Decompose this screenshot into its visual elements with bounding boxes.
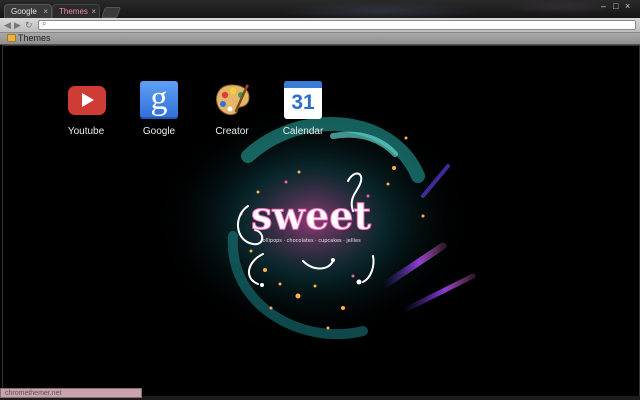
- tab-close-icon[interactable]: ×: [43, 5, 48, 18]
- app-label: Google: [142, 126, 176, 137]
- app-label: Youtube: [67, 126, 105, 137]
- forward-icon[interactable]: ▶: [14, 20, 21, 30]
- wallpaper-subtitle: lollipops · chocolates · cupcakes · jell…: [261, 238, 361, 244]
- wallpaper-title: sweet: [251, 193, 371, 238]
- status-text: chromethemer.net: [5, 390, 62, 397]
- app-creator[interactable]: Creator: [197, 80, 267, 137]
- tab-close-icon[interactable]: ×: [91, 5, 96, 18]
- tab-google[interactable]: Google ×: [4, 4, 52, 18]
- app-calendar[interactable]: 31 Calendar: [268, 80, 338, 137]
- app-label: Creator: [215, 126, 249, 137]
- close-window-button[interactable]: ×: [625, 1, 630, 11]
- tab-title: Google: [11, 7, 37, 16]
- bookmark-themes[interactable]: Themes: [7, 33, 51, 44]
- toolbar: ◀ ▶ ↻ ⌕: [0, 18, 640, 33]
- maximize-button[interactable]: □: [613, 1, 618, 11]
- google-icon: g: [139, 80, 179, 120]
- youtube-icon: [66, 80, 106, 120]
- app-youtube[interactable]: Youtube: [51, 80, 121, 137]
- palette-icon: [212, 80, 252, 120]
- address-bar[interactable]: ⌕: [38, 19, 636, 30]
- new-tab-page: sweet lollipops · chocolates · cupcakes …: [2, 45, 640, 397]
- bookmark-label: Themes: [18, 33, 51, 43]
- title-bar: Google × Themes × – □ ×: [0, 0, 640, 18]
- back-icon[interactable]: ◀: [4, 20, 11, 30]
- bookmarks-bar: Themes: [0, 33, 640, 45]
- search-icon: ⌕: [42, 19, 47, 28]
- reload-icon[interactable]: ↻: [25, 20, 33, 30]
- folder-icon: [7, 34, 16, 42]
- minimize-button[interactable]: –: [601, 1, 606, 11]
- tab-title: Themes: [59, 7, 88, 16]
- tab-themes[interactable]: Themes ×: [52, 4, 100, 18]
- app-google[interactable]: g Google: [124, 80, 194, 137]
- calendar-icon: 31: [283, 80, 323, 120]
- new-tab-button[interactable]: [100, 7, 122, 18]
- status-bubble: chromethemer.net: [0, 388, 142, 398]
- app-label: Calendar: [282, 126, 324, 137]
